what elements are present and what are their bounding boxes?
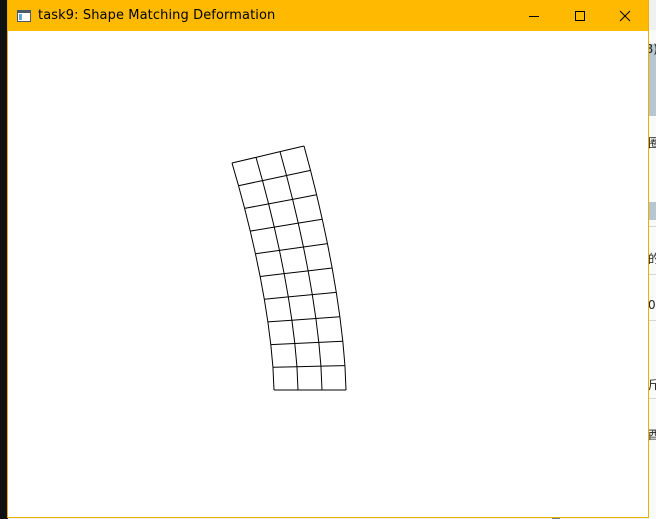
minimize-icon (529, 15, 539, 17)
deformable-grid-mesh[interactable] (8, 31, 648, 517)
mesh-edge-vertical (307, 270, 313, 295)
mesh-edge-horizontal (238, 180, 263, 187)
background-divider (648, 398, 656, 399)
background-text: 圈 (648, 136, 656, 150)
background-divider (648, 226, 656, 227)
mesh-edge-vertical (303, 145, 311, 171)
mesh-edge-vertical (279, 151, 287, 176)
mesh-edge-vertical (291, 320, 296, 344)
mesh-edge-horizontal (291, 318, 316, 321)
mesh-edge-vertical (321, 219, 328, 244)
mesh-edge-vertical (339, 316, 344, 342)
mesh-edge-horizontal (294, 341, 319, 344)
close-button[interactable] (602, 0, 648, 31)
maximize-button[interactable] (557, 0, 603, 31)
mesh-edge-vertical (310, 170, 318, 195)
mesh-edge-horizontal (264, 296, 289, 300)
mesh-edge-horizontal (244, 203, 269, 209)
mesh-edge-vertical (278, 250, 285, 274)
render-area[interactable] (8, 31, 648, 517)
mesh-edge-horizontal (255, 249, 280, 255)
mesh-edge-horizontal (279, 246, 304, 251)
maximize-icon (575, 10, 585, 21)
mesh-edge-vertical (331, 267, 337, 293)
background-text: 的 (648, 252, 656, 266)
mesh-edge-vertical (335, 292, 341, 317)
mesh-edge-vertical (302, 246, 309, 271)
background-text: 酉 (648, 428, 656, 442)
mesh-edge-horizontal (274, 222, 299, 228)
background-window: B) 圈 的 0 斤 酉 (648, 30, 656, 519)
mesh-edge-horizontal (288, 294, 313, 298)
mesh-edge-horizontal (268, 198, 293, 205)
app-window: task9: Shape Matching Deformation (8, 0, 648, 517)
mesh-edge-vertical (273, 227, 280, 251)
mesh-edge-vertical (283, 273, 289, 298)
mesh-edge-vertical (254, 253, 261, 277)
mesh-edge-horizontal (284, 270, 309, 275)
mesh-edge-vertical (270, 344, 274, 368)
mesh-edge-horizontal (312, 291, 337, 296)
mesh-edge-vertical (267, 321, 272, 345)
mesh-edge-vertical (316, 194, 323, 220)
title-bar[interactable]: task9: Shape Matching Deformation (8, 0, 648, 31)
mesh-edge-horizontal (255, 151, 281, 158)
mesh-edge-vertical (342, 341, 346, 366)
mesh-edge-vertical (262, 180, 270, 204)
mesh-edge-horizontal (292, 194, 317, 200)
mesh-edge-vertical (326, 243, 333, 269)
mesh-edge-horizontal (296, 365, 321, 368)
mesh-edge-vertical (296, 366, 299, 391)
mesh-edge-vertical (263, 299, 269, 322)
mesh-edge-vertical (244, 208, 251, 232)
mesh-edge-horizontal (308, 267, 333, 272)
mesh-edge-vertical (294, 343, 298, 367)
mesh-edge-vertical (231, 162, 239, 186)
mesh-edge-vertical (272, 367, 275, 391)
close-icon (619, 10, 631, 21)
mesh-edge-horizontal (260, 273, 285, 277)
mesh-edge-horizontal (279, 145, 305, 153)
mesh-edge-horizontal (270, 342, 295, 346)
mesh-edge-vertical (255, 157, 263, 181)
mesh-edge-vertical (318, 342, 322, 367)
background-text: B) (648, 42, 656, 56)
mesh-edge-vertical (268, 203, 275, 228)
mesh-edge-vertical (249, 230, 256, 254)
mesh-edge-horizontal (262, 175, 287, 182)
mesh-edge-vertical (238, 185, 246, 209)
mesh-edge-horizontal (315, 316, 340, 319)
app-icon (17, 9, 31, 22)
mesh-edge-horizontal (267, 319, 292, 323)
mesh-edge-vertical (344, 365, 347, 391)
mesh-edge-horizontal (286, 169, 311, 176)
background-band (648, 202, 656, 220)
mesh-edge-vertical (297, 223, 304, 248)
desktop-edge (0, 0, 8, 519)
mesh-edge-vertical (315, 318, 320, 343)
mesh-edge-horizontal (250, 226, 275, 232)
background-text: 0 (648, 298, 656, 312)
background-text: 斤 (648, 378, 656, 392)
mesh-edge-horizontal (231, 156, 257, 164)
mesh-edge-vertical (292, 199, 299, 224)
mesh-edge-horizontal (272, 366, 297, 368)
mesh-edge-horizontal (320, 365, 345, 367)
minimize-button[interactable] (511, 0, 557, 31)
mesh-edge-vertical (286, 175, 294, 200)
mesh-edge-horizontal (298, 218, 323, 224)
mesh-edge-vertical (311, 294, 317, 319)
mesh-edge-vertical (287, 296, 293, 321)
window-title: task9: Shape Matching Deformation (38, 8, 276, 23)
mesh-edge-horizontal (318, 340, 343, 343)
background-divider (648, 274, 656, 275)
background-divider (648, 320, 656, 321)
mesh-edge-vertical (259, 276, 265, 300)
mesh-edge-vertical (320, 366, 323, 391)
mesh-edge-horizontal (303, 243, 328, 248)
